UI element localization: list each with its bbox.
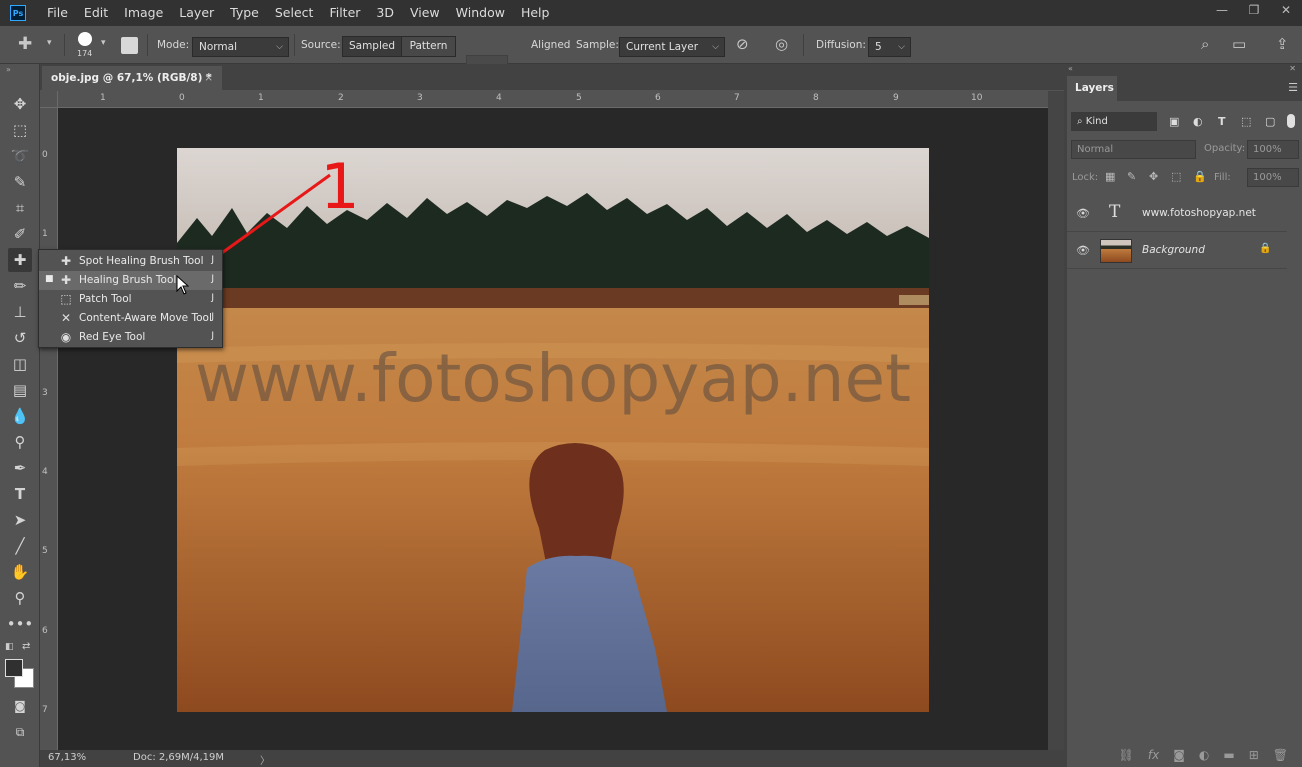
doc-size: Doc: 2,69M/4,19M: [133, 752, 225, 763]
search-icon: ⌕: [1077, 116, 1086, 127]
shortcut-key: J: [211, 274, 214, 284]
lock-icon: 🔒: [1259, 243, 1272, 254]
zoom-level[interactable]: 67,13%: [48, 752, 86, 763]
lock-transparent-icon[interactable]: ▦: [1105, 170, 1115, 183]
layer-name[interactable]: Background: [1142, 244, 1205, 256]
flyout-item-label: Healing Brush Tool: [79, 274, 177, 286]
healing-brush-icon: ✚: [60, 273, 72, 287]
flyout-item-red-eye[interactable]: ◉ Red Eye Tool J: [39, 328, 222, 347]
opacity-label: Opacity:: [1204, 143, 1246, 154]
filter-kind-select[interactable]: ⌕ Kind: [1071, 112, 1157, 131]
flyout-item-label: Spot Healing Brush Tool: [79, 255, 204, 267]
lock-all-icon[interactable]: 🔒: [1193, 170, 1207, 183]
patch-icon: ⬚: [60, 292, 72, 306]
layers-tab[interactable]: Layers: [1067, 76, 1117, 101]
lock-pixels-icon[interactable]: ✎: [1127, 170, 1136, 183]
status-bar: 67,13% Doc: 2,69M/4,19M 〉: [40, 750, 1064, 767]
panel-menu-icon[interactable]: ☰: [1288, 81, 1298, 94]
flyout-item-patch[interactable]: ⬚ Patch Tool J: [39, 290, 222, 309]
adjustment-layer-icon[interactable]: ◐: [1199, 748, 1209, 762]
shortcut-key: J: [211, 312, 214, 322]
filter-smart-object-icon[interactable]: ▢: [1265, 115, 1275, 128]
layer-name[interactable]: www.fotoshopyap.net: [1142, 207, 1256, 219]
trash-icon[interactable]: 🗑: [1273, 748, 1288, 762]
red-eye-icon: ◉: [60, 330, 72, 344]
visibility-eye-icon[interactable]: 👁: [1076, 244, 1090, 257]
add-mask-icon[interactable]: ◙: [1173, 748, 1185, 762]
new-layer-icon[interactable]: ⊞: [1249, 748, 1259, 762]
active-tool-marker: ■: [45, 274, 54, 284]
filter-toggle-icon[interactable]: [1287, 114, 1295, 128]
kind-label: Kind: [1085, 116, 1108, 127]
layer-row-background[interactable]: 👁 Background 🔒: [1067, 233, 1287, 269]
shortcut-key: J: [211, 293, 214, 303]
shortcut-key: J: [211, 331, 214, 341]
lock-label: Lock:: [1072, 172, 1099, 183]
layers-panel: Layers ☰ ⌕ Kind ▣ ◐ T ⬚ ▢ Normal Opacity…: [1067, 76, 1302, 767]
link-layers-icon[interactable]: ⛓: [1119, 748, 1134, 762]
flyout-item-label: Red Eye Tool: [79, 331, 146, 343]
annotation-number: 1: [320, 150, 359, 223]
collapse-panels-icon[interactable]: «: [1068, 64, 1073, 73]
flyout-item-healing-brush[interactable]: ■ ✚ Healing Brush Tool J: [39, 271, 222, 290]
vertical-scrollbar[interactable]: [1048, 91, 1064, 750]
fill-field[interactable]: 100%: [1247, 168, 1299, 187]
filter-type-icon[interactable]: T: [1218, 115, 1226, 128]
mouse-cursor-icon: [176, 275, 190, 295]
filter-shape-icon[interactable]: ⬚: [1241, 115, 1251, 128]
shortcut-key: J: [211, 255, 214, 265]
filter-pixel-icon[interactable]: ▣: [1169, 115, 1179, 128]
lock-position-icon[interactable]: ✥: [1149, 170, 1158, 183]
flyout-item-content-aware-move[interactable]: ✕ Content-Aware Move Tool J: [39, 309, 222, 328]
visibility-eye-icon[interactable]: 👁: [1076, 207, 1090, 220]
flyout-item-label: Content-Aware Move Tool: [79, 312, 212, 324]
spot-healing-icon: ✚: [60, 254, 72, 268]
new-group-icon[interactable]: ▬: [1223, 748, 1234, 762]
fx-icon[interactable]: fx: [1148, 748, 1159, 762]
layer-thumbnail: [1100, 239, 1132, 263]
content-aware-move-icon: ✕: [60, 311, 72, 325]
flyout-item-spot-healing[interactable]: ✚ Spot Healing Brush Tool J: [39, 252, 222, 271]
text-layer-icon: T: [1109, 202, 1121, 222]
filter-adjustment-icon[interactable]: ◐: [1193, 115, 1203, 128]
close-panels-icon[interactable]: ✕: [1289, 64, 1296, 73]
status-menu-arrow-icon[interactable]: 〉: [260, 752, 270, 767]
layer-row-text[interactable]: 👁 T www.fotoshopyap.net: [1067, 196, 1287, 232]
healing-tools-flyout: ✚ Spot Healing Brush Tool J ■ ✚ Healing …: [38, 249, 223, 348]
flyout-item-label: Patch Tool: [79, 293, 132, 305]
blend-mode-select[interactable]: Normal: [1071, 140, 1196, 159]
opacity-field[interactable]: 100%: [1247, 140, 1299, 159]
fill-label: Fill:: [1214, 172, 1231, 183]
lock-artboard-icon[interactable]: ⬚: [1171, 170, 1181, 183]
layers-footer: ⛓ fx ◙ ◐ ▬ ⊞ 🗑: [1067, 743, 1302, 767]
